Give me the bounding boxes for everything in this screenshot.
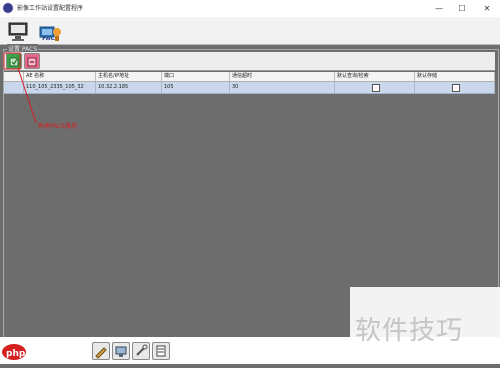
annotation-highlight-box [3,52,21,70]
report-button[interactable] [152,342,170,360]
annotation-arrow [17,67,37,124]
annotation-label: 新建PACS服务 [38,123,78,130]
document-icon [156,345,166,357]
pencil-icon [95,347,107,359]
php-watermark: php 中文网 [0,340,90,364]
edit-button[interactable] [92,342,110,360]
watermark-text: 软件技巧 [355,316,464,346]
network-button[interactable] [112,342,130,360]
wrench-icon [136,344,148,356]
php-watermark-text: php 中文网 [6,349,56,359]
tool-button[interactable] [132,342,150,360]
network-icon [115,346,127,357]
